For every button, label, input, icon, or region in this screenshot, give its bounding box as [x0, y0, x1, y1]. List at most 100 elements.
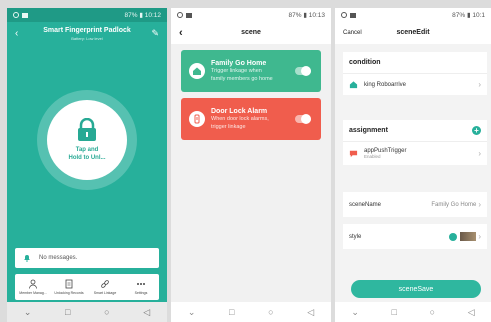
scene-edit-panel: 87% ▮ 10:1 Cancel sceneEdit condition ki… [335, 8, 491, 322]
section-title-text: assignment [349, 127, 388, 134]
section-title: assignment + [343, 120, 487, 141]
style-color-icon [449, 232, 458, 241]
back-nav-icon[interactable]: ◁ [468, 307, 475, 318]
scene-title: Door Lock Alarm [211, 108, 268, 115]
system-nav-bar: ⌄ □ ○ ◁ [171, 302, 331, 322]
scene-save-button[interactable]: sceneSave [351, 280, 481, 298]
padlock-icon [78, 118, 96, 141]
page-title: sceneEdit [396, 29, 430, 36]
document-icon [65, 279, 73, 289]
unlocking-records-button[interactable]: Unlocking Records [51, 274, 87, 300]
scene-card-door-lock-alarm[interactable]: Door Lock Alarm When door lock alarms, t… [181, 98, 321, 140]
lock-screen-panel: 87% ▮ 10:12 ‹ Smart Fingerprint Padlock … [7, 8, 167, 322]
unlock-ring: Tap and Hold to Unl... [37, 90, 137, 190]
bottom-toolbar: Member Manag... Unlocking Records Smart … [15, 274, 159, 300]
assignment-status: Enabled [364, 154, 381, 159]
status-icon [22, 12, 28, 18]
battery-level: 87% [452, 12, 466, 19]
chevron-right-icon: › [478, 200, 481, 209]
clock: 10:13 [308, 12, 325, 19]
unlock-hint-line2: Hold to Unl... [68, 155, 106, 161]
scene-description: Trigger linkage when [211, 68, 262, 74]
header: ‹ Smart Fingerprint Padlock Battery: Low… [7, 22, 167, 52]
status-icon [186, 12, 192, 18]
toolbar-label: Member Manag... [19, 291, 47, 295]
alarm-icon [189, 111, 205, 127]
status-bar: 87% ▮ 10:13 [171, 8, 331, 22]
scene-name-label: sceneName [349, 201, 382, 208]
add-icon[interactable]: + [472, 126, 481, 135]
page-title: Smart Fingerprint Padlock [43, 27, 131, 34]
scene-card-family-go-home[interactable]: Family Go Home Trigger linkage when fami… [181, 50, 321, 92]
unlock-button[interactable]: Tap and Hold to Unl... [47, 100, 127, 180]
member-management-button[interactable]: Member Manag... [15, 274, 51, 300]
collapse-icon[interactable]: ⌄ [188, 307, 196, 318]
settings-button[interactable]: Settings [123, 274, 159, 300]
status-icon [341, 12, 347, 18]
link-icon [101, 280, 109, 288]
status-icon [13, 12, 19, 18]
scene-description: family members go home [211, 75, 273, 82]
scene-toggle[interactable] [295, 114, 311, 124]
scene-title: Family Go Home [211, 60, 267, 67]
back-nav-icon[interactable]: ◁ [307, 307, 314, 318]
clock: 10:12 [144, 12, 161, 19]
chat-icon [349, 150, 358, 158]
battery-level: 87% [124, 12, 138, 19]
edit-icon[interactable]: ✎ [151, 28, 159, 39]
more-icon [137, 283, 145, 285]
back-icon[interactable]: ‹ [179, 22, 183, 44]
system-nav-bar: ⌄ □ ○ ◁ [7, 302, 167, 322]
home-icon[interactable]: ○ [104, 307, 109, 317]
scene-description: When door lock alarms, [211, 116, 269, 122]
home-icon[interactable]: ○ [268, 307, 273, 317]
smart-linkage-button[interactable]: Smart Linkage [87, 274, 123, 300]
bell-icon [24, 255, 30, 262]
toolbar-label: Unlocking Records [54, 291, 84, 295]
scene-name-row[interactable]: sceneName Family Go Home › [343, 192, 487, 217]
battery-level: 87% [288, 12, 302, 19]
assignment-row[interactable]: appPushTrigger Enabled › [343, 141, 487, 165]
scene-toggle[interactable] [295, 66, 311, 76]
status-bar: 87% ▮ 10:1 [335, 8, 491, 22]
condition-row[interactable]: king Roboarrive › [343, 73, 487, 95]
chevron-right-icon: › [478, 80, 481, 89]
condition-text: king Roboarrive [364, 81, 407, 88]
chevron-right-icon: › [478, 149, 481, 158]
page-title: scene [241, 29, 261, 36]
scene-list-panel: 87% ▮ 10:13 ‹ scene Family Go Home Trigg… [171, 8, 331, 322]
home-icon [189, 63, 205, 79]
section-title: condition [349, 59, 381, 66]
battery-subtitle: Battery: Low level [71, 36, 103, 41]
unlock-hint-line1: Tap and [75, 147, 99, 153]
collapse-icon[interactable]: ⌄ [351, 307, 359, 318]
status-icon [350, 12, 356, 18]
style-row[interactable]: style › [343, 224, 487, 249]
collapse-icon[interactable]: ⌄ [24, 307, 32, 318]
header: Cancel sceneEdit [335, 22, 491, 44]
cancel-button[interactable]: Cancel [343, 22, 362, 44]
clock: 10:1 [472, 12, 485, 19]
person-icon [29, 279, 37, 289]
scene-description: trigger linkage [211, 123, 246, 130]
condition-section: condition king Roboarrive › [343, 52, 487, 95]
style-image-thumbnail [460, 232, 477, 241]
status-icon [177, 12, 183, 18]
style-label: style [349, 233, 362, 240]
assignment-section: assignment + appPushTrigger Enabled › [343, 120, 487, 165]
toolbar-label: Smart Linkage [93, 291, 117, 295]
back-nav-icon[interactable]: ◁ [143, 307, 150, 318]
home-icon [349, 81, 358, 89]
header: ‹ scene [171, 22, 331, 44]
chevron-right-icon: › [478, 232, 481, 241]
recents-icon[interactable]: □ [392, 307, 397, 317]
message-bar[interactable]: No messages. [15, 248, 159, 268]
scene-name-value: Family Go Home [431, 201, 477, 208]
recents-icon[interactable]: □ [65, 307, 70, 317]
status-bar: 87% ▮ 10:12 [7, 8, 167, 22]
recents-icon[interactable]: □ [229, 307, 234, 317]
toolbar-label: Settings [134, 291, 148, 295]
messages-text: No messages. [39, 255, 78, 261]
home-icon[interactable]: ○ [430, 307, 435, 317]
system-nav-bar: ⌄ □ ○ ◁ [335, 302, 491, 322]
